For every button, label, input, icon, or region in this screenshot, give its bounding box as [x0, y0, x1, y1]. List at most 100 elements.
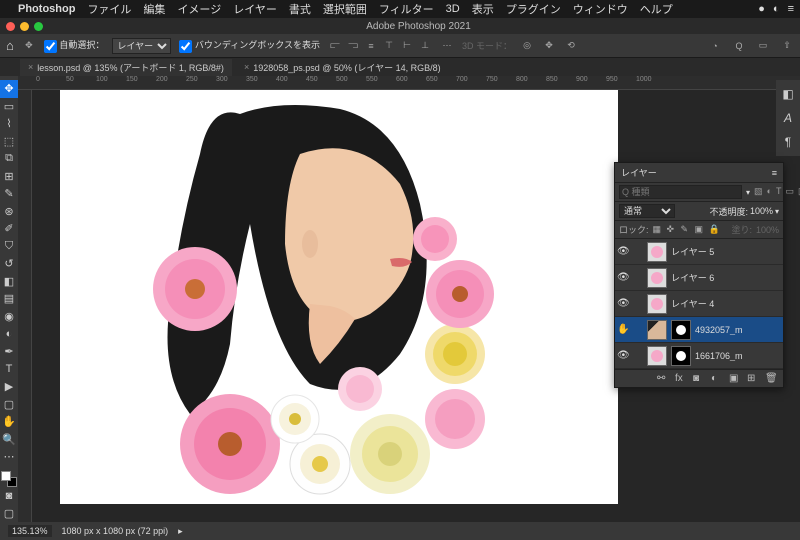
- shape-tool[interactable]: ▢: [0, 395, 18, 413]
- layer-mask-thumbnail[interactable]: [671, 346, 691, 366]
- eraser-tool[interactable]: ◧: [0, 273, 18, 291]
- zoom-level[interactable]: 135.13%: [8, 525, 52, 537]
- artboard[interactable]: [60, 90, 618, 504]
- lock-artboard-icon[interactable]: ▣: [695, 224, 705, 235]
- align-top-icon[interactable]: ⊤: [382, 39, 396, 53]
- mode3d-orbit-icon[interactable]: ◎: [520, 39, 534, 53]
- screen-mode-toggle[interactable]: ▢: [0, 504, 18, 522]
- new-group-icon[interactable]: ▣: [729, 373, 741, 384]
- layer-name[interactable]: 1661706_m: [695, 351, 781, 361]
- paragraph-panel-icon[interactable]: ¶: [780, 134, 796, 150]
- cloud-docs-icon[interactable]: ◔: [708, 39, 722, 53]
- spotlight-icon[interactable]: ◐: [773, 3, 780, 15]
- workspace-icon[interactable]: ▭: [756, 39, 770, 53]
- layer-thumbnail[interactable]: [647, 294, 667, 314]
- more-align-icon[interactable]: ⋯: [440, 39, 454, 53]
- menu-image[interactable]: イメージ: [177, 1, 221, 17]
- menu-view[interactable]: 表示: [472, 1, 494, 17]
- show-bbox-checkbox[interactable]: バウンディングボックスを表示: [179, 38, 320, 52]
- chevron-down-icon[interactable]: ▾: [775, 207, 779, 216]
- filter-adjust-icon[interactable]: ◐: [767, 186, 772, 198]
- align-middle-icon[interactable]: ⊢: [400, 39, 414, 53]
- visibility-toggle-icon[interactable]: 👁: [617, 246, 629, 257]
- menu-help[interactable]: ヘルプ: [640, 1, 673, 17]
- layer-thumbnail[interactable]: [647, 242, 667, 262]
- blend-mode-dropdown[interactable]: 通常: [619, 204, 675, 218]
- type-tool[interactable]: T: [0, 360, 18, 378]
- color-swatches[interactable]: [1, 471, 17, 487]
- tab-1928058-psd[interactable]: × 1928058_ps.psd @ 50% (レイヤー 14, RGB/8): [236, 59, 449, 76]
- layer-name[interactable]: レイヤー 4: [671, 297, 781, 310]
- align-bottom-icon[interactable]: ⊥: [418, 39, 432, 53]
- share-icon[interactable]: ⇧: [780, 39, 794, 53]
- lasso-tool[interactable]: ⌇: [0, 115, 18, 133]
- visibility-toggle-icon[interactable]: ✋: [617, 324, 629, 335]
- menu-layer[interactable]: レイヤー: [233, 1, 277, 17]
- zoom-tool[interactable]: 🔍: [0, 430, 18, 448]
- mode3d-dolly-icon[interactable]: ⟲: [564, 39, 578, 53]
- menu-type[interactable]: 書式: [289, 1, 311, 17]
- control-center-icon[interactable]: ≡: [788, 3, 794, 15]
- align-left-icon[interactable]: ⫍: [328, 39, 342, 53]
- layer-name[interactable]: レイヤー 6: [671, 271, 781, 284]
- menu-app[interactable]: Photoshop: [18, 3, 75, 15]
- auto-select-checkbox[interactable]: 自動選択：: [44, 38, 105, 52]
- history-brush-tool[interactable]: ↺: [0, 255, 18, 273]
- crop-tool[interactable]: ⧉: [0, 150, 18, 168]
- layer-thumbnail[interactable]: [647, 320, 667, 340]
- layer-mask-thumbnail[interactable]: [671, 320, 691, 340]
- move-tool[interactable]: ✥: [0, 80, 18, 98]
- align-right-icon[interactable]: ≡: [364, 39, 378, 53]
- color-panel-icon[interactable]: ◧: [780, 86, 796, 102]
- filter-type-icon[interactable]: T: [776, 186, 782, 198]
- visibility-toggle-icon[interactable]: 👁: [617, 298, 629, 309]
- stamp-tool[interactable]: ⛉: [0, 238, 18, 256]
- link-layers-icon[interactable]: ⚯: [657, 373, 669, 384]
- mode3d-pan-icon[interactable]: ✥: [542, 39, 556, 53]
- filter-image-icon[interactable]: ▧: [754, 186, 763, 198]
- visibility-toggle-icon[interactable]: 👁: [617, 272, 629, 283]
- lock-paint-icon[interactable]: ✎: [681, 224, 691, 235]
- menu-window[interactable]: ウィンドウ: [573, 1, 628, 17]
- add-mask-icon[interactable]: ◙: [693, 373, 705, 384]
- edit-toolbar[interactable]: ⋯: [0, 448, 18, 466]
- delete-layer-icon[interactable]: 🗑: [765, 373, 777, 384]
- close-tab-icon[interactable]: ×: [244, 62, 249, 72]
- character-panel-icon[interactable]: A: [780, 110, 796, 126]
- search-icon[interactable]: Q: [732, 39, 746, 53]
- cc-status-icon[interactable]: ●: [758, 3, 765, 15]
- close-tab-icon[interactable]: ×: [28, 62, 33, 72]
- blur-tool[interactable]: ◉: [0, 308, 18, 326]
- layer-row[interactable]: 👁 レイヤー 4: [615, 291, 783, 317]
- path-select-tool[interactable]: ▶: [0, 378, 18, 396]
- layer-row[interactable]: 👁 レイヤー 5: [615, 239, 783, 265]
- panel-menu-icon[interactable]: ≡: [772, 168, 777, 178]
- fill-value[interactable]: 100%: [756, 225, 779, 235]
- layer-name[interactable]: レイヤー 5: [671, 245, 781, 258]
- chevron-down-icon[interactable]: ▾: [746, 188, 750, 197]
- layer-row[interactable]: 👁 レイヤー 6: [615, 265, 783, 291]
- opacity-value[interactable]: 100%: [750, 206, 773, 216]
- object-select-tool[interactable]: ⬚: [0, 133, 18, 151]
- zoom-window-button[interactable]: [34, 22, 43, 31]
- eyedropper-tool[interactable]: ✎: [0, 185, 18, 203]
- layer-name[interactable]: 4932057_m: [695, 325, 781, 335]
- menu-edit[interactable]: 編集: [143, 1, 165, 17]
- layer-thumbnail[interactable]: [647, 268, 667, 288]
- layer-row[interactable]: ✋ 4932057_m: [615, 317, 783, 343]
- auto-select-dropdown[interactable]: レイヤー: [112, 38, 171, 54]
- frame-tool[interactable]: ⊞: [0, 168, 18, 186]
- ruler-vertical[interactable]: [18, 90, 32, 522]
- hand-tool[interactable]: ✋: [0, 413, 18, 431]
- minimize-window-button[interactable]: [20, 22, 29, 31]
- lock-all-icon[interactable]: 🔒: [709, 224, 719, 235]
- marquee-tool[interactable]: ▭: [0, 98, 18, 116]
- menu-select[interactable]: 選択範囲: [323, 1, 367, 17]
- layer-style-icon[interactable]: fx: [675, 373, 687, 384]
- new-adjustment-icon[interactable]: ◐: [711, 373, 723, 384]
- filter-shape-icon[interactable]: ▭: [785, 186, 794, 198]
- status-chevron-icon[interactable]: ▸: [178, 526, 183, 537]
- visibility-toggle-icon[interactable]: 👁: [617, 350, 629, 361]
- new-layer-icon[interactable]: ⊞: [747, 373, 759, 384]
- gradient-tool[interactable]: ▤: [0, 290, 18, 308]
